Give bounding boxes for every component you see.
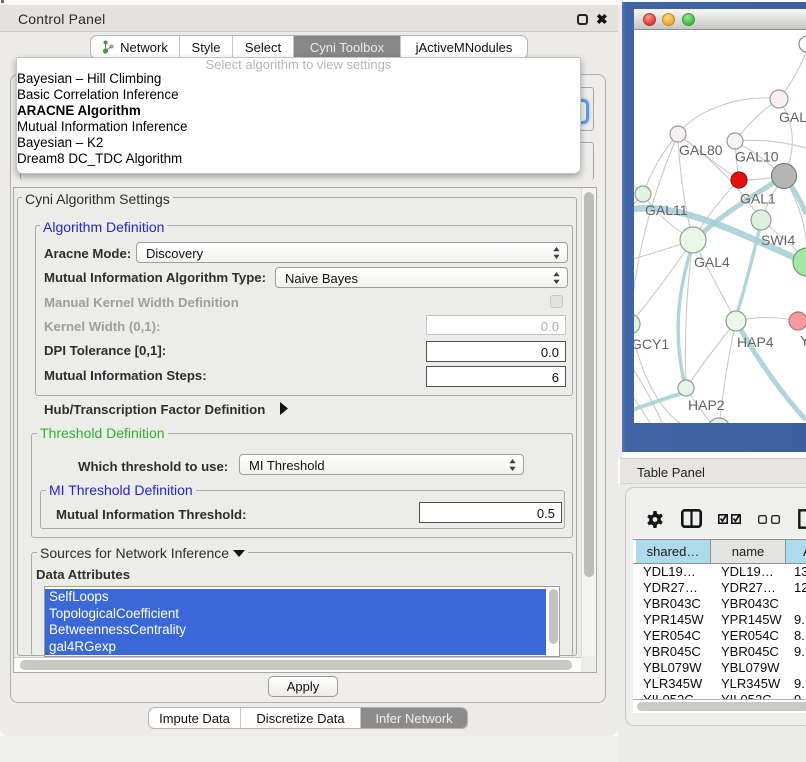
svg-text:GCY1: GCY1 — [634, 336, 669, 352]
svg-text:GAL80: GAL80 — [679, 142, 723, 158]
svg-text:GAL10: GAL10 — [735, 149, 779, 165]
svg-text:GAL2: GAL2 — [779, 109, 806, 125]
svg-text:GAL1: GAL1 — [740, 191, 776, 207]
svg-text:GAL4: GAL4 — [694, 254, 730, 270]
svg-text:HAP2: HAP2 — [688, 397, 725, 413]
svg-text:YP: YP — [800, 333, 806, 349]
svg-text:GAL11: GAL11 — [645, 202, 688, 218]
svg-text:HAP4: HAP4 — [737, 334, 774, 350]
svg-text:SWI4: SWI4 — [761, 232, 795, 248]
